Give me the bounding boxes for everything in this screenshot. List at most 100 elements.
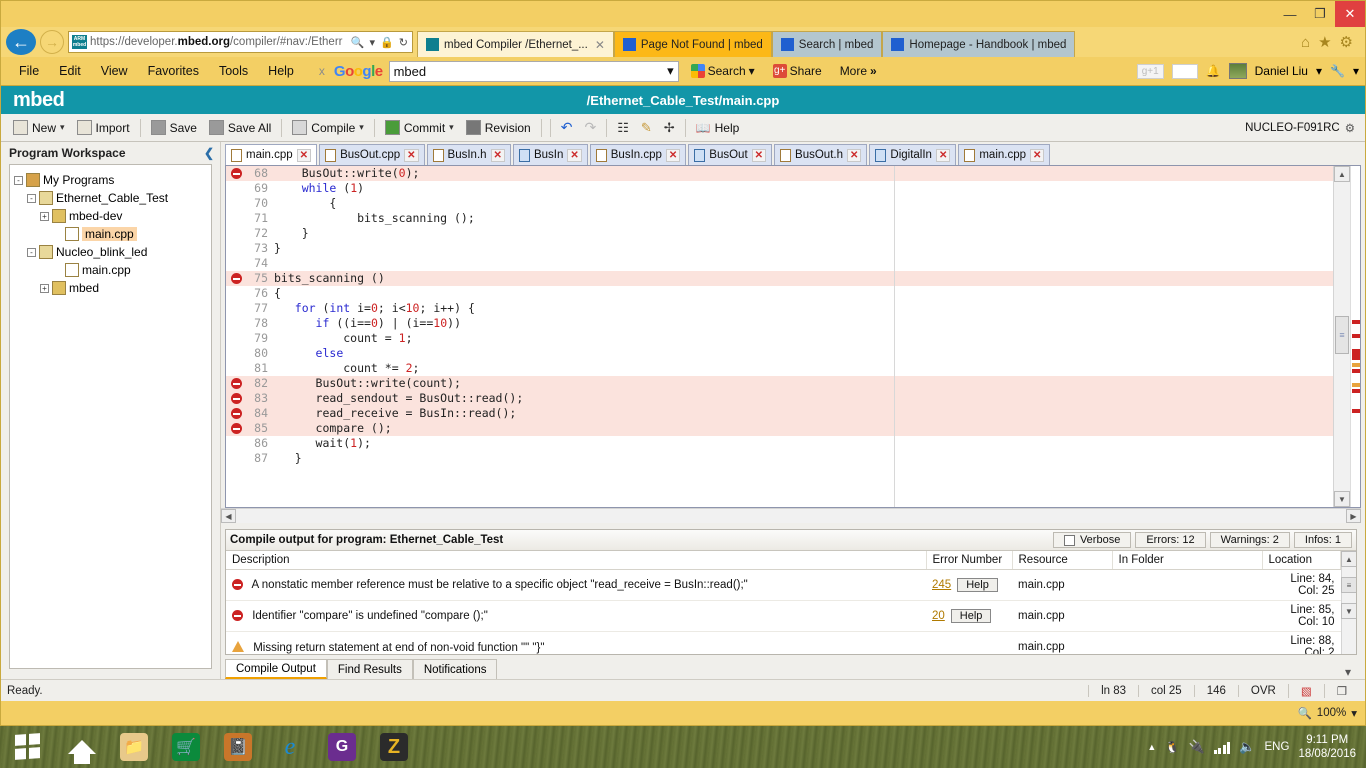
code-line-86[interactable]: 86 wait(1); <box>226 436 1333 451</box>
restore-icon[interactable]: ❐ <box>1324 684 1359 698</box>
avatar[interactable] <box>1229 63 1247 79</box>
usb-device-icon[interactable]: 🔌 <box>1189 739 1205 755</box>
tree-toggle-icon[interactable]: - <box>14 176 23 185</box>
undo-button[interactable]: ↶ <box>555 117 579 138</box>
tree-toggle-icon[interactable]: - <box>27 248 36 257</box>
code-line-73[interactable]: 73} <box>226 241 1333 256</box>
help-button[interactable]: 📖 Help <box>690 119 746 137</box>
menu-item-tools[interactable]: Tools <box>209 64 258 78</box>
save-button[interactable]: Save <box>145 118 203 137</box>
code-line-80[interactable]: 80 else <box>226 346 1333 361</box>
code-line-76[interactable]: 76{ <box>226 286 1333 301</box>
user-name[interactable]: Daniel Liu <box>1255 64 1308 78</box>
warnings-filter-button[interactable]: Warnings: 2 <box>1210 532 1290 548</box>
close-icon[interactable]: ✕ <box>404 149 418 162</box>
google-more-button[interactable]: More » <box>834 64 883 78</box>
minimize-button[interactable]: — <box>1275 1 1305 27</box>
tree-node-mbed[interactable]: +mbed <box>14 279 207 297</box>
code-line-74[interactable]: 74 <box>226 256 1333 271</box>
chevron-down-icon[interactable]: ▾ <box>749 64 755 78</box>
language-indicator[interactable]: ENG <box>1265 741 1290 753</box>
network-signal-icon[interactable] <box>1214 741 1231 754</box>
notifications-bell-icon[interactable]: 🔔 <box>1206 64 1221 78</box>
editor-tab-2[interactable]: BusIn.h✕ <box>427 144 511 165</box>
code-line-81[interactable]: 81 count *= 2; <box>226 361 1333 376</box>
chevron-down-icon[interactable]: ▾ <box>359 122 364 133</box>
editor-tab-3[interactable]: BusIn✕ <box>513 144 588 165</box>
new-button[interactable]: New▾ <box>7 118 71 137</box>
code-line-77[interactable]: 77 for (int i=0; i<10; i++) { <box>226 301 1333 316</box>
google-share-button[interactable]: g+ Share <box>767 64 828 78</box>
tree-node-nucleo-blink-led[interactable]: -Nucleo_blink_led <box>14 243 207 261</box>
chevron-down-icon[interactable]: ▾ <box>1316 64 1322 78</box>
tree-toggle-icon[interactable]: - <box>27 194 36 203</box>
scroll-thumb[interactable]: ≡ <box>1335 316 1349 354</box>
chevron-down-icon[interactable]: ▾ <box>449 122 454 133</box>
tree-toggle-icon[interactable]: + <box>40 284 49 293</box>
code-line-69[interactable]: 69 while (1) <box>226 181 1333 196</box>
table-row[interactable]: Missing return statement at end of non-v… <box>226 632 1341 655</box>
chevron-down-icon[interactable]: ▾ <box>60 122 65 133</box>
scroll-down-button[interactable]: ▼ <box>1334 491 1350 507</box>
store-button[interactable]: 🛒 <box>160 726 212 768</box>
editor-horizontal-scrollbar[interactable]: ◀ ▶ <box>221 508 1361 523</box>
find-binoculars-icon[interactable]: ☷ <box>611 118 635 138</box>
zotero-button[interactable]: Z <box>368 726 420 768</box>
column-header-description[interactable]: Description <box>226 551 926 570</box>
tree-node-main-cpp[interactable]: main.cpp <box>14 261 207 279</box>
close-icon[interactable]: ✕ <box>1030 149 1044 162</box>
column-header-resource[interactable]: Resource <box>1012 551 1112 570</box>
verbose-checkbox[interactable]: Verbose <box>1053 532 1131 548</box>
scroll-up-button[interactable]: ▲ <box>1334 166 1350 182</box>
close-icon[interactable]: ✕ <box>752 149 766 162</box>
target-board-selector[interactable]: NUCLEO-F091RC ⚙ <box>1245 121 1359 135</box>
zoom-level[interactable]: 100% <box>1317 707 1346 719</box>
close-icon[interactable]: ✕ <box>847 149 861 162</box>
column-header-location[interactable]: Location <box>1262 551 1341 570</box>
editor-tab-0[interactable]: main.cpp✕ <box>225 144 317 165</box>
code-line-82[interactable]: 82 BusOut::write(count); <box>226 376 1333 391</box>
editor-vertical-scrollbar[interactable]: ▲ ≡ ▼ <box>1333 166 1350 507</box>
revision-button[interactable]: Revision <box>460 118 537 137</box>
editor-tab-4[interactable]: BusIn.cpp✕ <box>590 144 687 165</box>
code-line-72[interactable]: 72 } <box>226 226 1333 241</box>
close-icon[interactable]: ✕ <box>936 149 950 162</box>
clock[interactable]: 9:11 PM 18/08/2016 <box>1298 733 1356 761</box>
google-search-input[interactable]: mbed ▾ <box>389 61 679 82</box>
menu-item-favorites[interactable]: Favorites <box>138 64 209 78</box>
code-line-83[interactable]: 83 read_sendout = BusOut::read(); <box>226 391 1333 406</box>
chevron-down-icon[interactable]: ▾ <box>1345 665 1361 679</box>
code-line-87[interactable]: 87 } <box>226 451 1333 466</box>
column-header-error-number[interactable]: Error Number <box>926 551 1012 570</box>
file-explorer-button[interactable]: 📁 <box>108 726 160 768</box>
editor-tab-5[interactable]: BusOut✕ <box>688 144 772 165</box>
volume-icon[interactable]: 🔈 <box>1239 739 1255 755</box>
wand-icon[interactable]: ✢ <box>658 118 681 138</box>
close-window-button[interactable]: ✕ <box>1335 1 1365 27</box>
editor-tab-6[interactable]: BusOut.h✕ <box>774 144 867 165</box>
qq-penguin-icon[interactable]: 🐧 <box>1165 740 1179 754</box>
tree-node-mbed-dev[interactable]: +mbed-dev <box>14 207 207 225</box>
keyboard-layout-icon[interactable]: ▧ <box>1288 684 1324 698</box>
browser-tab-1[interactable]: Page Not Found | mbed <box>614 31 772 57</box>
plus-one-button[interactable]: g+1 <box>1137 64 1164 79</box>
menu-item-help[interactable]: Help <box>258 64 304 78</box>
code-viewport[interactable]: 68 BusOut::write(0);69 while (1)70 {71 b… <box>226 166 1333 507</box>
code-line-70[interactable]: 70 { <box>226 196 1333 211</box>
forward-button[interactable]: → <box>40 30 64 54</box>
code-line-75[interactable]: 75bits_scanning () <box>226 271 1333 286</box>
code-line-84[interactable]: 84 read_receive = BusIn::read(); <box>226 406 1333 421</box>
maximize-button[interactable]: ❐ <box>1305 1 1335 27</box>
compile-button[interactable]: Compile▾ <box>286 118 370 137</box>
help-button[interactable]: Help <box>951 609 992 623</box>
chevron-left-icon[interactable]: ❮ <box>204 146 214 160</box>
settings-gear-icon[interactable]: ⚙ <box>1340 33 1353 51</box>
menu-item-view[interactable]: View <box>91 64 138 78</box>
close-icon[interactable]: ✕ <box>666 149 680 162</box>
scroll-down-button[interactable]: ▼ <box>1341 603 1356 619</box>
home-icon[interactable]: ⌂ <box>1301 34 1310 51</box>
tree-node-my-programs[interactable]: -My Programs <box>14 171 207 189</box>
editor-tab-8[interactable]: main.cpp✕ <box>958 144 1050 165</box>
chevron-down-icon[interactable]: ▾ <box>667 63 674 79</box>
table-row[interactable]: Identifier "compare" is undefined "compa… <box>226 601 1341 632</box>
